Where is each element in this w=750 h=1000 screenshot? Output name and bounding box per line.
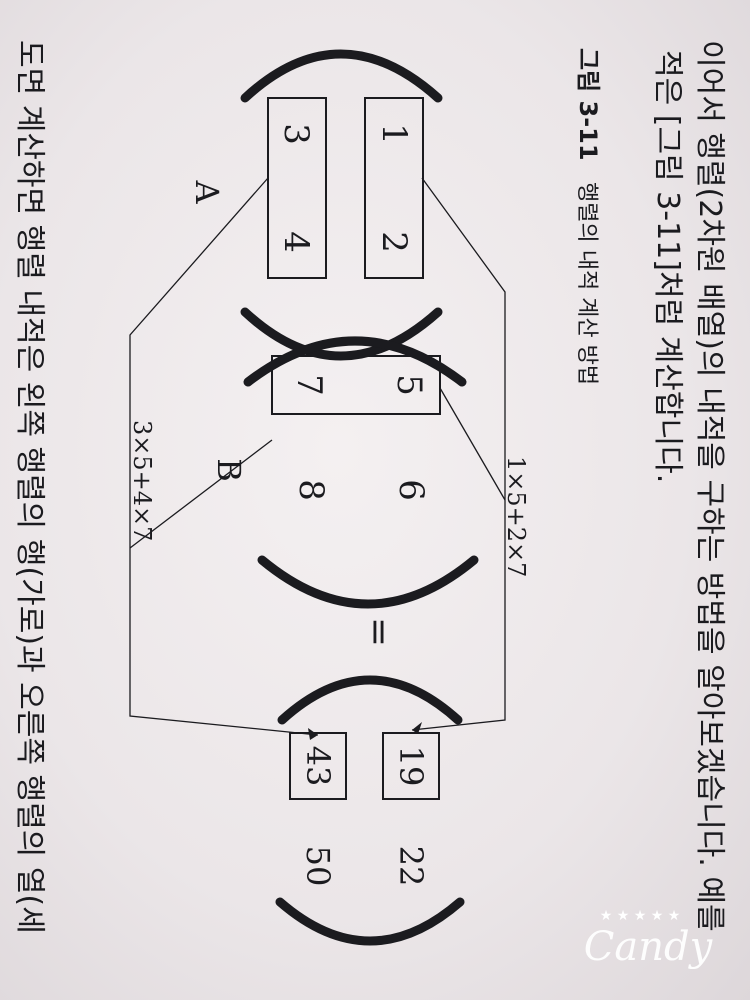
connector-line-row1 [411, 177, 506, 731]
watermark-stars: ★ ★ ★ ★ ★ [600, 908, 681, 924]
text-line-1: 이어서 행렬(2차원 배열)의 내적을 구하는 방법을 알아보겠습니다. 예를 [692, 40, 727, 932]
result-entry: 22 [392, 846, 430, 887]
matrix-b-entry: 5 [389, 374, 429, 396]
figure-number: 그림 3-11 [574, 48, 602, 161]
matrix-a-entry: 1 [374, 123, 414, 145]
result-open-bracket [277, 675, 463, 725]
result-entry: 50 [299, 846, 337, 887]
matrix-b-label: B [210, 458, 248, 482]
figure-caption: 행렬의 내적 계산 방법 [574, 182, 599, 385]
matrix-a-label: A [188, 179, 226, 204]
text-line-2: 적은 [그림 3-11]처럼 계산합니다. [650, 50, 685, 483]
matrix-b-entry: 6 [391, 479, 431, 501]
formula-row1: 1×5+2×7 [502, 456, 530, 577]
arrowhead-row2 [308, 728, 318, 740]
result-entry: 43 [299, 746, 337, 787]
matrix-a-open-bracket [240, 49, 443, 103]
matrix-a-entry: 2 [374, 231, 414, 253]
figure-canvas: 이어서 행렬(2차원 배열)의 내적을 구하는 방법을 알아보겠습니다. 예를 … [12, 40, 727, 970]
matrix-b-entry: 7 [289, 374, 329, 396]
matrix-b-entry: 8 [291, 479, 331, 501]
connector-line-b-to-row1 [439, 387, 506, 501]
matrix-a-entry: 3 [276, 123, 316, 145]
rotated-textbook-page: 이어서 행렬(2차원 배열)의 내적을 구하는 방법을 알아보겠습니다. 예를 … [0, 0, 750, 1000]
equals-sign: = [358, 617, 399, 647]
connector-line-row2 [129, 177, 319, 736]
formula-row2: 3×5+4×7 [128, 420, 156, 541]
result-close-bracket [275, 897, 465, 946]
result-entry: 19 [392, 746, 430, 787]
text-line-bottom: 도면 계산하면 행렬 내적은 왼쪽 행렬의 행(가로)과 오른쪽 행렬의 열(세 [12, 40, 47, 934]
matrix-a-entry: 4 [276, 231, 316, 253]
watermark-text: Candy [584, 924, 714, 970]
matrix-b-close-bracket [257, 555, 479, 609]
